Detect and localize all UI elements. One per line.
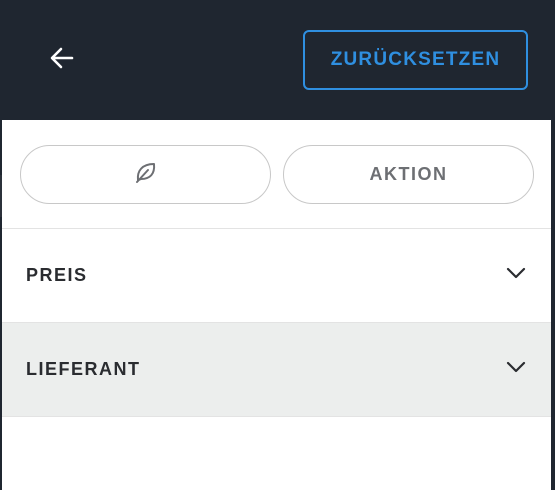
filter-header: ZURÜCKSETZEN [0, 0, 555, 120]
filter-row-price[interactable]: PREIS [2, 229, 551, 322]
reset-button-label: ZURÜCKSETZEN [330, 49, 501, 70]
reset-button[interactable]: ZURÜCKSETZEN [303, 30, 528, 90]
chevron-down-icon [505, 356, 527, 383]
divider [2, 416, 551, 417]
eco-filter-chip[interactable] [20, 145, 271, 204]
back-button[interactable] [40, 42, 84, 78]
filter-label-price: PREIS [26, 265, 88, 285]
filter-label-supplier: LIEFERANT [26, 359, 141, 379]
leaf-icon [133, 159, 159, 190]
action-filter-chip[interactable]: AKTION [283, 145, 534, 204]
filter-row-supplier[interactable]: LIEFERANT [2, 323, 551, 416]
action-chip-label: AKTION [369, 164, 448, 184]
arrow-left-icon [48, 44, 76, 77]
chevron-down-icon [505, 262, 527, 289]
filter-panel: AKTION PREIS LIEFERANT [2, 120, 551, 490]
